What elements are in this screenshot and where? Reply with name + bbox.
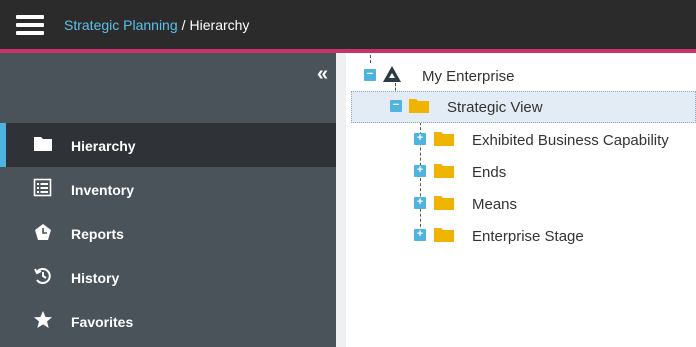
sidebar-item-label: History (71, 270, 120, 286)
expand-toggle-icon[interactable]: + (414, 229, 426, 241)
sidebar-item-label: Favorites (71, 314, 134, 330)
folder-icon (434, 196, 454, 210)
tree-node-label: Means (472, 196, 518, 213)
collapse-toggle-icon[interactable]: − (364, 69, 376, 81)
folder-icon (434, 228, 454, 242)
list-icon (33, 178, 52, 197)
star-icon (34, 311, 52, 328)
tree-node-enterprise-stage[interactable]: + Enterprise Stage (346, 221, 696, 253)
tree-node-ends[interactable]: + Ends (346, 157, 696, 189)
double-chevron-left-icon[interactable]: « (310, 64, 332, 84)
breadcrumb-link-strategic-planning[interactable]: Strategic Planning (64, 17, 178, 33)
pie-chart-icon (35, 224, 51, 240)
folder-icon (34, 137, 52, 151)
tree-node-label: Strategic View (447, 99, 543, 116)
sidebar-item-label: Reports (71, 226, 124, 242)
breadcrumb-separator: / (181, 17, 186, 33)
tree-node-label: Exhibited Business Capability (472, 132, 669, 149)
hierarchy-tree: − My Enterprise − Strategic View + Exhib… (346, 53, 696, 347)
sidebar-item-inventory[interactable]: Inventory (0, 167, 336, 211)
sidebar-item-reports[interactable]: Reports (0, 211, 336, 255)
sidebar-divider (336, 53, 346, 347)
sidebar-item-favorites[interactable]: Favorites (0, 299, 336, 343)
tree-node-strategic-view[interactable]: − Strategic View (351, 91, 696, 123)
tree-node-exhibited-business-capability[interactable]: + Exhibited Business Capability (346, 125, 696, 157)
folder-icon (434, 132, 454, 146)
tree-node-label: Enterprise Stage (472, 228, 584, 245)
breadcrumb-current: Hierarchy (189, 17, 250, 33)
folder-icon (434, 164, 454, 178)
tree-node-my-enterprise[interactable]: − My Enterprise (346, 61, 696, 93)
breadcrumb: Strategic Planning / Hierarchy (64, 17, 249, 33)
sidebar-item-history[interactable]: History (0, 255, 336, 299)
sidebar-item-label: Inventory (71, 182, 135, 198)
sidebar-item-label: Hierarchy (71, 138, 136, 154)
expand-toggle-icon[interactable]: + (414, 133, 426, 145)
sidebar: « Hierarchy Inventory Reports History Fa… (0, 53, 336, 347)
history-icon (34, 268, 51, 284)
tree-node-label: Ends (472, 164, 507, 181)
collapse-toggle-icon[interactable]: − (390, 100, 402, 112)
tree-node-means[interactable]: + Means (346, 189, 696, 221)
expand-toggle-icon[interactable]: + (414, 165, 426, 177)
folder-icon (409, 99, 429, 113)
hamburger-icon[interactable] (16, 15, 44, 35)
enterprise-icon (383, 66, 401, 82)
active-indicator (0, 123, 6, 167)
tree-node-label: My Enterprise (422, 68, 515, 85)
expand-toggle-icon[interactable]: + (414, 197, 426, 209)
sidebar-item-hierarchy[interactable]: Hierarchy (0, 123, 336, 167)
top-bar: Strategic Planning / Hierarchy (0, 0, 696, 49)
